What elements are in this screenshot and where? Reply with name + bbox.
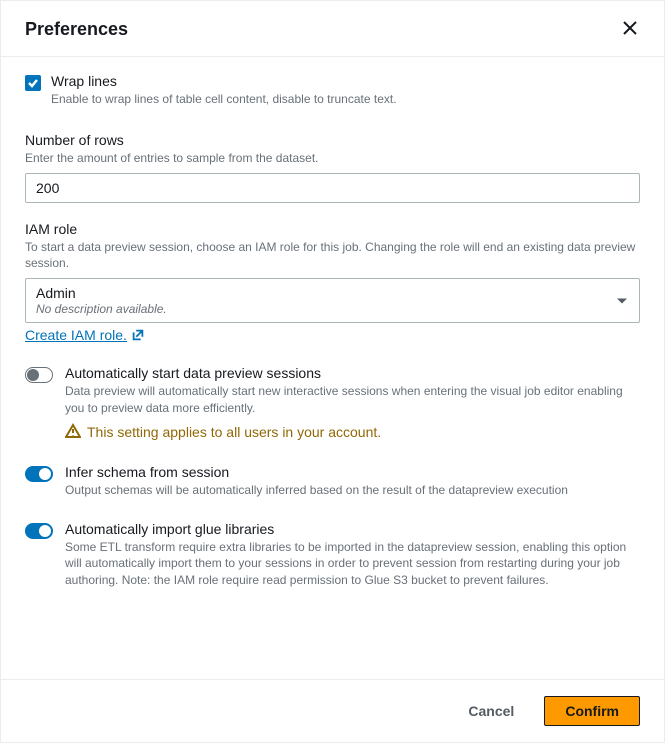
iam-role-select[interactable]: Admin No description available. xyxy=(25,278,640,323)
iam-role-desc: To start a data preview session, choose … xyxy=(25,239,640,273)
auto-start-toggle[interactable] xyxy=(25,367,53,383)
create-iam-role-row: Create IAM role. xyxy=(25,327,640,343)
auto-start-row: Automatically start data preview session… xyxy=(25,365,640,442)
chevron-down-icon xyxy=(617,298,627,303)
iam-role-group: IAM role To start a data preview session… xyxy=(25,221,640,344)
wrap-lines-label: Wrap lines xyxy=(51,73,397,89)
number-of-rows-desc: Enter the amount of entries to sample fr… xyxy=(25,150,640,167)
infer-schema-desc: Output schemas will be automatically inf… xyxy=(65,482,640,499)
infer-schema-toggle[interactable] xyxy=(25,466,53,482)
iam-role-selected: Admin xyxy=(36,285,605,301)
confirm-button[interactable]: Confirm xyxy=(544,696,640,726)
auto-import-row: Automatically import glue libraries Some… xyxy=(25,521,640,589)
auto-start-label: Automatically start data preview session… xyxy=(65,365,640,381)
infer-schema-label: Infer schema from session xyxy=(65,464,640,480)
auto-start-content: Automatically start data preview session… xyxy=(65,365,640,442)
modal-title: Preferences xyxy=(25,19,128,40)
wrap-lines-checkbox[interactable] xyxy=(25,75,41,91)
infer-schema-row: Infer schema from session Output schemas… xyxy=(25,464,640,499)
iam-role-selected-desc: No description available. xyxy=(36,302,605,316)
number-of-rows-input[interactable] xyxy=(25,173,640,203)
close-button[interactable] xyxy=(620,20,640,40)
close-icon xyxy=(623,21,637,38)
wrap-lines-desc: Enable to wrap lines of table cell conte… xyxy=(51,91,397,108)
auto-import-content: Automatically import glue libraries Some… xyxy=(65,521,640,589)
warning-icon xyxy=(65,423,81,442)
auto-import-desc: Some ETL transform require extra librari… xyxy=(65,539,640,589)
auto-start-warning-text: This setting applies to all users in you… xyxy=(87,424,381,440)
external-link-icon xyxy=(131,328,145,342)
iam-role-label: IAM role xyxy=(25,221,640,237)
auto-import-toggle[interactable] xyxy=(25,523,53,539)
modal-body: Wrap lines Enable to wrap lines of table… xyxy=(1,57,664,679)
wrap-lines-row: Wrap lines Enable to wrap lines of table… xyxy=(25,73,640,108)
auto-start-desc: Data preview will automatically start ne… xyxy=(65,383,640,417)
infer-schema-content: Infer schema from session Output schemas… xyxy=(65,464,640,499)
modal-footer: Cancel Confirm xyxy=(1,679,664,742)
modal-header: Preferences xyxy=(1,1,664,57)
auto-import-label: Automatically import glue libraries xyxy=(65,521,640,537)
create-iam-role-link[interactable]: Create IAM role. xyxy=(25,327,127,343)
cancel-button[interactable]: Cancel xyxy=(448,696,534,726)
number-of-rows-group: Number of rows Enter the amount of entri… xyxy=(25,132,640,203)
auto-start-warning: This setting applies to all users in you… xyxy=(65,423,640,442)
number-of-rows-label: Number of rows xyxy=(25,132,640,148)
wrap-lines-text: Wrap lines Enable to wrap lines of table… xyxy=(51,73,397,108)
preferences-modal: Preferences Wrap lines Enable to wrap li… xyxy=(0,0,665,743)
